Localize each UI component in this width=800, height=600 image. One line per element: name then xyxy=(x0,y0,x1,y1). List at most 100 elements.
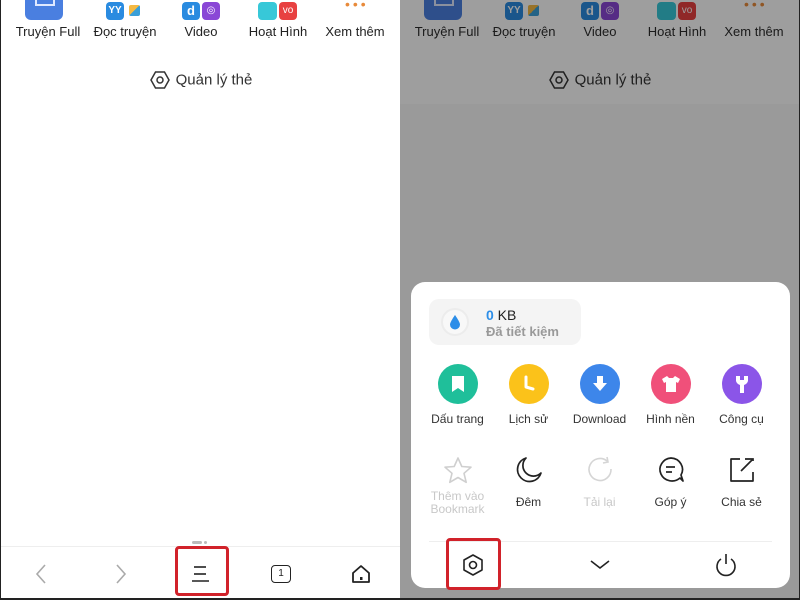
menu-item-label: Chia sẻ xyxy=(721,495,762,509)
shortcut-xem-them: ••• Xem thêm xyxy=(714,0,794,39)
reload-icon xyxy=(587,456,612,482)
data-saved-card[interactable]: 0 KB Đã tiết kiệm xyxy=(429,299,581,345)
shortcut-hoat-hinh: vo Hoạt Hình xyxy=(637,0,717,39)
highlight-settings-button xyxy=(446,538,501,590)
cartoon-icon xyxy=(657,2,676,20)
shirt-icon xyxy=(661,376,680,392)
shortcut-label: Truyện Full xyxy=(414,24,480,39)
cube-icon xyxy=(528,5,539,16)
menu-item-download[interactable]: Download xyxy=(564,364,635,426)
shortcut-bar: Truyện Full YY Đọc truyện d ◎ Video vo H… xyxy=(1,0,400,44)
menu-item-add-bookmark[interactable]: Thêm vào Bookmark xyxy=(422,453,493,516)
browser-menu-screen: Truyện Full YY Đọc truyện d ◎ Video vo H… xyxy=(400,0,800,600)
back-button[interactable] xyxy=(14,547,68,598)
chevron-down-icon xyxy=(590,560,610,570)
more-icon: ••• xyxy=(744,0,768,12)
manage-tabs-label: Quản lý thẻ xyxy=(175,71,253,89)
menu-item-wallpaper[interactable]: Hình nền xyxy=(635,364,706,426)
menu-item-label: Góp ý xyxy=(654,495,687,509)
wrench-icon xyxy=(735,376,748,393)
yy-icon: YY xyxy=(106,2,124,20)
hexagon-settings-icon xyxy=(149,71,170,89)
shortcut-xem-them[interactable]: ••• Xem thêm xyxy=(315,0,395,39)
film-reel-icon: ◎ xyxy=(202,2,220,20)
menu-item-bookmarks[interactable]: Dấu trang xyxy=(422,364,493,426)
collapse-menu-button[interactable] xyxy=(573,544,627,586)
highlight-menu-button xyxy=(175,546,229,596)
moon-icon xyxy=(516,457,542,483)
book-icon xyxy=(25,0,63,20)
shortcut-label: Xem thêm xyxy=(325,24,385,39)
shortcut-label: Xem thêm xyxy=(724,24,784,39)
shortcut-hoat-hinh[interactable]: vo Hoạt Hình xyxy=(238,0,318,39)
manage-tabs-button[interactable]: Quản lý thẻ xyxy=(1,70,400,90)
wrench-icon-circle xyxy=(721,364,762,404)
shortcut-video[interactable]: d ◎ Video xyxy=(161,0,241,39)
book-icon xyxy=(424,0,462,20)
vo-icon: vo xyxy=(678,2,696,20)
bookmark-icon xyxy=(451,376,464,392)
power-icon xyxy=(716,554,736,577)
vo-icon: vo xyxy=(279,2,297,20)
menu-item-label: Hình nền xyxy=(646,412,695,426)
tabs-button[interactable]: 1 xyxy=(254,547,308,598)
home-button[interactable] xyxy=(334,547,388,598)
clock-icon-circle xyxy=(508,364,549,404)
chevron-right-icon xyxy=(116,564,127,584)
menu-item-label: Thêm vào Bookmark xyxy=(430,489,485,516)
shortcut-label: Truyện Full xyxy=(15,24,81,39)
browser-home-screen: Truyện Full YY Đọc truyện d ◎ Video vo H… xyxy=(0,0,400,600)
shortcut-truyen-full: Truyện Full xyxy=(407,0,487,39)
share-icon xyxy=(729,458,754,482)
menu-item-night-mode[interactable]: Đêm xyxy=(493,453,564,509)
clock-icon xyxy=(524,375,534,391)
cartoon-icon xyxy=(258,2,277,20)
shortcut-label: Hoạt Hình xyxy=(248,24,308,39)
cube-icon xyxy=(129,5,140,16)
manage-tabs-button: Quản lý thẻ xyxy=(400,70,799,90)
shortcut-doc-truyen: YY Đọc truyện xyxy=(484,0,564,39)
saved-unit: KB xyxy=(493,307,517,323)
menu-item-feedback[interactable]: Góp ý xyxy=(635,453,706,509)
menu-item-share[interactable]: Chia sẻ xyxy=(706,453,777,509)
chevron-left-icon xyxy=(35,564,46,584)
shortcut-truyen-full[interactable]: Truyện Full xyxy=(8,0,88,39)
shortcut-video: d ◎ Video xyxy=(560,0,640,39)
menu-item-label: Công cụ xyxy=(719,412,764,426)
star-icon xyxy=(443,457,472,484)
water-drop-icon xyxy=(450,315,460,330)
saved-number: 0 xyxy=(486,307,494,323)
video-d-icon: d xyxy=(182,2,200,20)
download-icon-circle xyxy=(579,364,620,404)
hexagon-settings-icon xyxy=(548,71,569,89)
menu-item-label: Download xyxy=(572,412,627,426)
shortcut-label: Đọc truyện xyxy=(93,24,157,39)
shortcut-doc-truyen[interactable]: YY Đọc truyện xyxy=(85,0,165,39)
menu-item-history[interactable]: Lịch sử xyxy=(493,364,564,426)
yy-icon: YY xyxy=(505,2,523,20)
menu-item-reload[interactable]: Tải lại xyxy=(564,453,635,509)
feedback-icon xyxy=(658,457,684,482)
saved-amount: 0 KB xyxy=(486,307,516,323)
home-icon xyxy=(352,565,370,583)
more-icon: ••• xyxy=(345,0,369,12)
menu-item-label: Tải lại xyxy=(583,495,616,509)
menu-item-label: Đêm xyxy=(515,495,542,509)
saved-label: Đã tiết kiệm xyxy=(486,324,559,339)
film-reel-icon: ◎ xyxy=(601,2,619,20)
shortcut-label: Video xyxy=(583,24,617,39)
shirt-icon-circle xyxy=(650,364,691,404)
forward-button[interactable] xyxy=(94,547,148,598)
shortcut-bar: Truyện Full YY Đọc truyện d ◎ Video vo H… xyxy=(400,0,799,44)
exit-button[interactable] xyxy=(699,544,753,586)
menu-item-tools[interactable]: Công cụ xyxy=(706,364,777,426)
shortcut-label: Hoạt Hình xyxy=(647,24,707,39)
download-icon xyxy=(592,376,607,391)
tabs-icon: 1 xyxy=(271,565,291,583)
bookmark-icon-circle xyxy=(437,364,478,404)
shortcut-label: Đọc truyện xyxy=(492,24,556,39)
menu-item-label: Dấu trang xyxy=(431,412,484,426)
menu-item-label: Lịch sử xyxy=(508,412,549,426)
shortcut-label: Video xyxy=(184,24,218,39)
video-d-icon: d xyxy=(581,2,599,20)
